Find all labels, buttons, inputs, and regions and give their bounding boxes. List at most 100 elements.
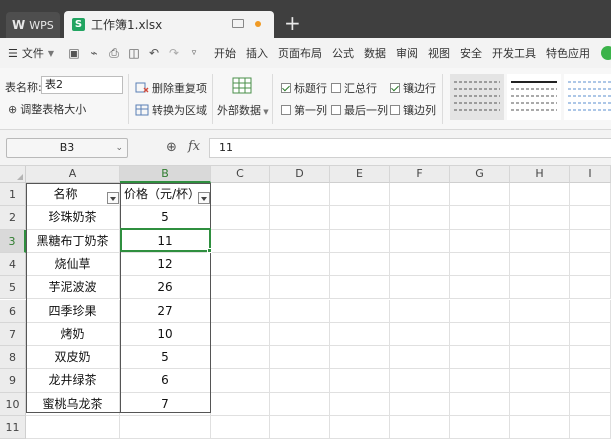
empty-cell[interactable] [270,183,330,207]
row-header[interactable]: 10 [0,392,26,416]
cell-item-price[interactable]: 27 [120,299,211,323]
empty-cell[interactable] [570,299,611,323]
menu-developer[interactable]: 开发工具 [492,45,536,61]
empty-cell[interactable] [211,183,270,207]
empty-cell[interactable] [270,392,330,416]
menu-formulas[interactable]: 公式 [332,45,354,61]
empty-cell[interactable] [450,206,510,230]
empty-cell[interactable] [390,346,450,370]
cell-item-name[interactable]: 烧仙草 [26,252,120,277]
empty-cell[interactable] [330,183,390,207]
empty-cell[interactable] [211,276,270,300]
file-menu[interactable]: ☰ 文件 ▼ [8,45,54,61]
column-header-g[interactable]: G [450,166,510,183]
empty-cell[interactable] [330,322,390,347]
convert-to-range-button[interactable]: 转换为区域 [135,102,207,118]
empty-cell[interactable] [450,252,510,277]
cell-item-price[interactable]: 12 [120,252,211,277]
customize-dropdown-icon[interactable]: ▿ [188,48,200,58]
zoom-search-icon[interactable]: ⊕ [166,140,177,155]
filter-dropdown-price[interactable] [198,192,210,204]
total-row-checkbox[interactable]: 汇总行 [331,80,377,96]
empty-cell[interactable] [450,183,510,207]
empty-cell[interactable] [450,276,510,300]
row-header[interactable]: 11 [0,416,26,440]
row-header[interactable]: 3 [0,229,26,253]
empty-cell[interactable] [570,416,611,440]
empty-cell[interactable] [330,369,390,393]
print-icon[interactable]: ⎙ [108,46,120,61]
external-data-button[interactable]: 外部数据 ▼ [217,76,269,118]
empty-cell[interactable] [211,346,270,370]
empty-cell[interactable] [510,229,570,253]
row-header[interactable]: 9 [0,369,26,393]
empty-cell[interactable] [450,322,510,347]
empty-cell[interactable] [211,322,270,347]
select-all-corner[interactable] [0,166,26,183]
format-painter-icon[interactable]: ⌁ [88,46,100,60]
empty-cell[interactable] [211,229,270,253]
header-cell-name[interactable]: 名称 [26,183,120,207]
empty-cell[interactable] [211,252,270,277]
menu-start[interactable]: 开始 [214,45,236,61]
redo-icon[interactable]: ↷ [168,46,180,60]
empty-cell[interactable] [270,252,330,277]
save-icon[interactable]: ▣ [68,46,80,60]
formula-input[interactable]: 11 [209,138,611,158]
cell-item-price[interactable]: 11 [120,229,211,253]
menu-insert[interactable]: 插入 [246,45,268,61]
empty-cell[interactable] [270,276,330,300]
name-box[interactable]: B3 ⌄ [6,138,128,158]
table-name-input[interactable]: 表2 [41,76,123,94]
last-column-checkbox[interactable]: 最后一列 [331,102,388,118]
resize-table-button[interactable]: ⊕ 调整表格大小 [8,101,86,117]
cell-item-name[interactable]: 珍珠奶茶 [26,206,120,230]
empty-cell[interactable] [330,392,390,416]
empty-cell[interactable] [211,206,270,230]
filter-dropdown-name[interactable] [107,192,119,204]
row-header[interactable]: 8 [0,346,26,370]
empty-cell[interactable] [450,392,510,416]
empty-cell[interactable] [510,206,570,230]
empty-cell[interactable] [270,346,330,370]
cell-item-name[interactable]: 黑糖布丁奶茶 [26,229,120,253]
empty-cell[interactable] [570,369,611,393]
empty-cell[interactable] [570,346,611,370]
menu-security[interactable]: 安全 [460,45,482,61]
cell-item-name[interactable]: 龙井绿茶 [26,369,120,393]
empty-cell[interactable] [450,229,510,253]
cell-item-name[interactable]: 双皮奶 [26,346,120,370]
empty-cell[interactable] [211,369,270,393]
empty-cell[interactable] [510,369,570,393]
print-preview-icon[interactable]: ◫ [128,46,140,60]
green-status-icon[interactable] [601,46,611,60]
remove-duplicates-button[interactable]: 删除重复项 [135,80,207,96]
new-tab-button[interactable]: + [284,12,301,34]
empty-cell[interactable] [510,183,570,207]
empty-cell[interactable] [390,229,450,253]
empty-cell[interactable] [570,206,611,230]
empty-cell[interactable] [211,392,270,416]
column-header-i[interactable]: I [570,166,611,183]
cell-item-price[interactable]: 26 [120,276,211,300]
empty-cell[interactable] [211,416,270,440]
empty-cell[interactable] [510,392,570,416]
empty-cell[interactable] [330,346,390,370]
cell-item-name[interactable]: 蜜桃乌龙茶 [26,392,120,416]
column-header-h[interactable]: H [510,166,570,183]
empty-cell[interactable] [450,346,510,370]
cell-item-price[interactable]: 10 [120,322,211,347]
monitor-icon[interactable] [232,19,244,28]
empty-cell[interactable] [270,322,330,347]
empty-cell[interactable] [390,276,450,300]
menu-review[interactable]: 审阅 [396,45,418,61]
cell-item-name[interactable]: 芋泥波波 [26,276,120,300]
empty-cell[interactable] [330,206,390,230]
cell-item-price[interactable]: 5 [120,346,211,370]
row-header[interactable]: 7 [0,322,26,347]
insert-function-button[interactable]: fx [188,139,200,154]
empty-cell[interactable] [510,346,570,370]
empty-cell[interactable] [330,229,390,253]
column-header-c[interactable]: C [211,166,270,183]
menu-data[interactable]: 数据 [364,45,386,61]
